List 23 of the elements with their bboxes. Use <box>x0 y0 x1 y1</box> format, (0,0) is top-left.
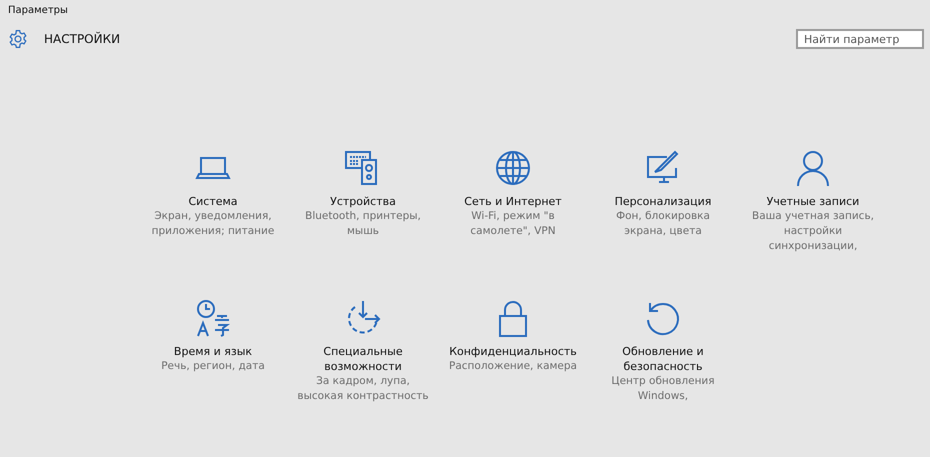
category-title[interactable]: Конфиденциальность <box>449 344 577 359</box>
category-title[interactable]: Сеть и Интернет <box>464 194 562 209</box>
settings-icon <box>8 29 28 49</box>
category-description: Bluetooth, принтеры, мышь <box>305 209 421 239</box>
category-title[interactable]: Система <box>188 194 238 209</box>
category-description: За кадром, лупа, высокая контрастность <box>297 374 429 404</box>
category-title[interactable]: Специальные возможности <box>323 344 403 374</box>
globe-icon <box>493 148 533 188</box>
category-description: Центр обновления Windows, <box>611 374 715 404</box>
category-title[interactable]: Время и язык <box>174 344 252 359</box>
category-title[interactable]: Устройства <box>330 194 396 209</box>
category-title[interactable]: Учетные записи <box>766 194 860 209</box>
category-description: Wi-Fi, режим "в самолете", VPN <box>470 209 556 239</box>
category-title[interactable]: Персонализация <box>614 194 712 209</box>
category-description: Фон, блокировка экрана, цвета <box>616 209 710 239</box>
window-title: Параметры <box>7 4 69 18</box>
category-description: Речь, регион, дата <box>161 359 265 374</box>
page-title: НАСТРОЙКИ <box>44 32 122 46</box>
search-field[interactable]: Найти параметр <box>796 29 924 49</box>
category-description: Ваша учетная запись, настройки синхронизации, <box>752 209 874 254</box>
category-title[interactable]: Обновление и безопасность <box>622 344 704 374</box>
category-description: Экран, уведомления, приложения; питание <box>152 209 274 239</box>
category-description: Расположение, камера <box>449 359 577 374</box>
